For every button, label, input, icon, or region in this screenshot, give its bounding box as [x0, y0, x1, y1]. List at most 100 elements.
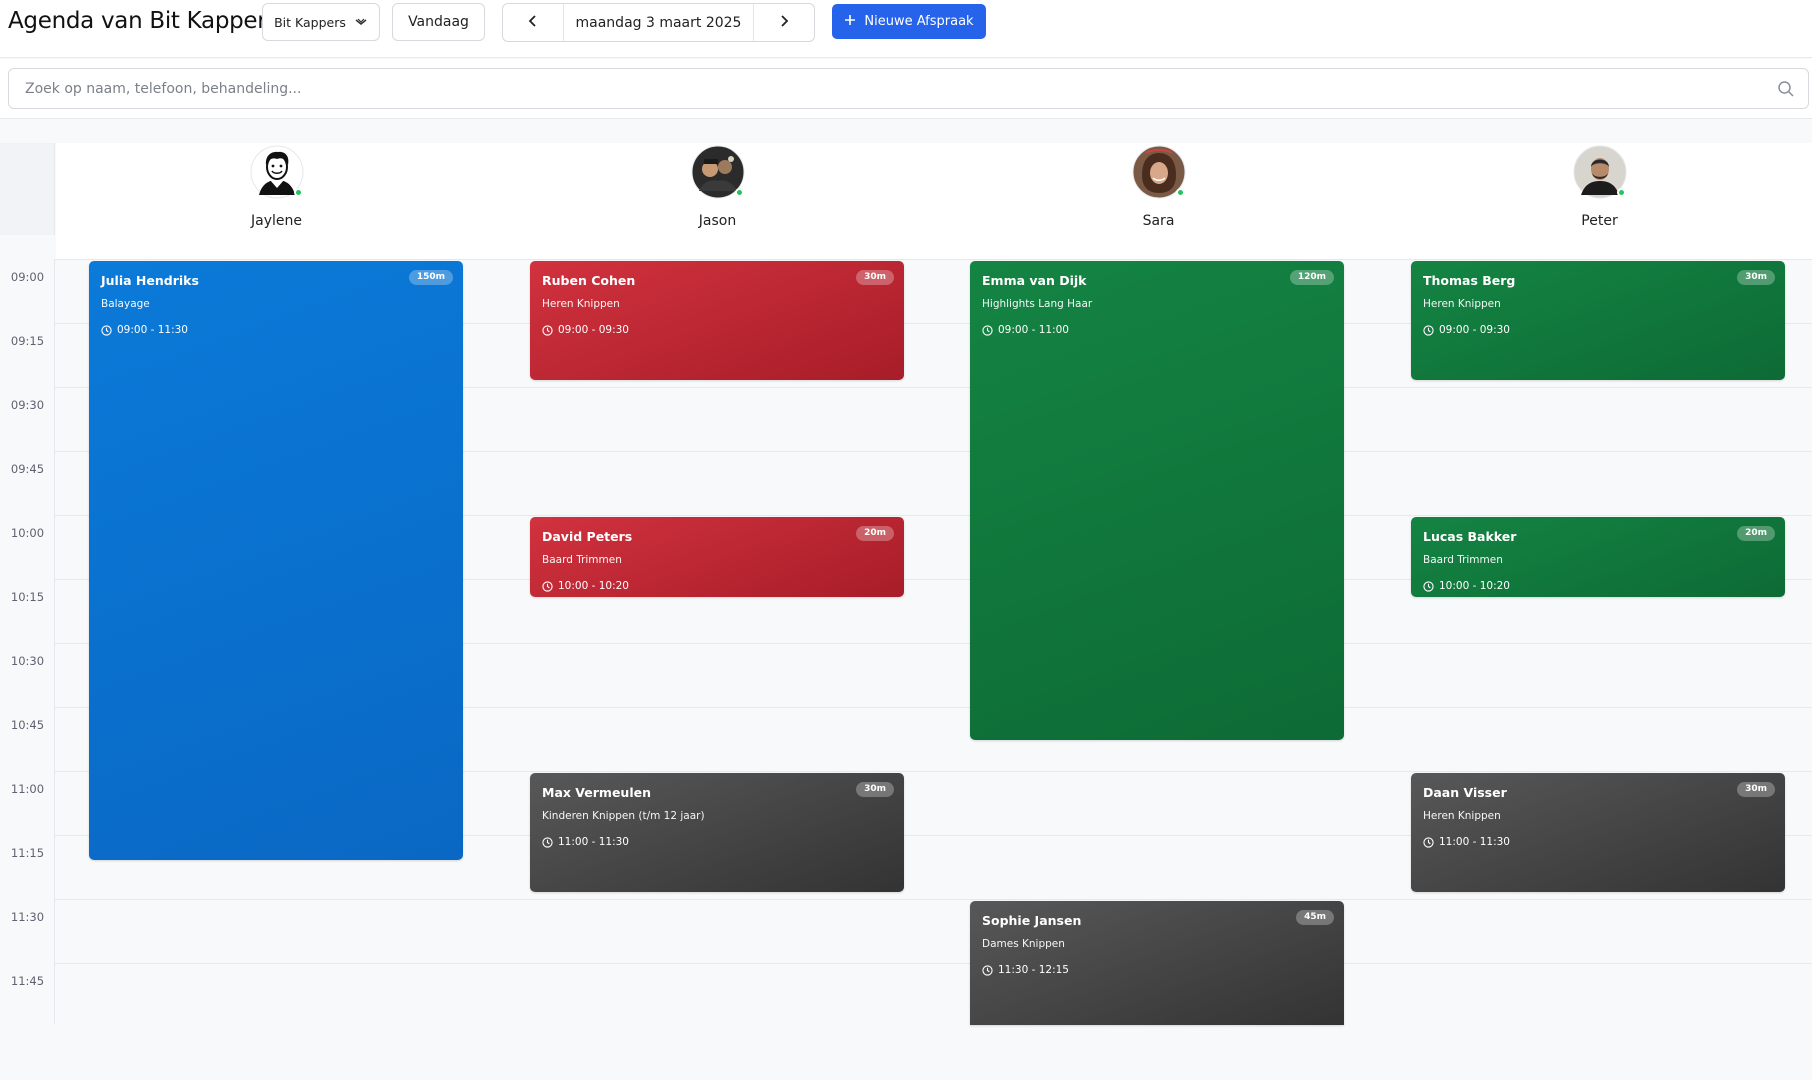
- chevron-down-icon: [354, 15, 368, 30]
- previous-day-button[interactable]: [503, 4, 564, 41]
- next-day-button[interactable]: [753, 4, 814, 41]
- appointment-card[interactable]: Lucas Bakker Baard Trimmen 10:00 - 10:20…: [1411, 517, 1785, 597]
- appointment-service: Heren Knippen: [542, 298, 620, 310]
- salon-select[interactable]: Bit Kappers: [262, 3, 380, 41]
- appointment-client: Ruben Cohen: [542, 273, 636, 288]
- search-input[interactable]: [9, 69, 1808, 108]
- appointment-client: Emma van Dijk: [982, 273, 1087, 288]
- appointment-service: Kinderen Knippen (t/m 12 jaar): [542, 810, 705, 822]
- clock-icon: [101, 324, 112, 336]
- today-button[interactable]: Vandaag: [392, 3, 485, 41]
- appointment-client: David Peters: [542, 529, 633, 544]
- duration-badge: 30m: [1737, 270, 1775, 285]
- staff-column-header[interactable]: Jaylene: [56, 143, 497, 259]
- appointment-service: Dames Knippen: [982, 938, 1065, 950]
- online-status-dot: [1617, 188, 1626, 197]
- clock-icon: [542, 836, 553, 848]
- time-column: 09:00 09:15 09:30 09:45 10:00 10:15 10:3…: [0, 259, 55, 1024]
- plus-icon: [844, 14, 856, 30]
- duration-badge: 120m: [1289, 270, 1334, 285]
- appointment-time-label: 09:00 - 09:30: [1439, 324, 1510, 336]
- clock-icon: [1423, 324, 1434, 336]
- appointment-service: Balayage: [101, 298, 150, 310]
- appointment-card[interactable]: Max Vermeulen Kinderen Knippen (t/m 12 j…: [530, 773, 904, 892]
- clock-icon: [982, 324, 993, 336]
- appointment-time-label: 10:00 - 10:20: [558, 580, 629, 592]
- appointment-time: 09:00 - 11:30: [101, 324, 188, 336]
- staff-name: Jaylene: [251, 213, 302, 229]
- appointment-card[interactable]: Sophie Jansen Dames Knippen 11:30 - 12:1…: [970, 901, 1344, 1025]
- staff-column-header[interactable]: Peter: [1379, 143, 1812, 259]
- online-status-dot: [294, 188, 303, 197]
- appointment-client: Daan Visser: [1423, 785, 1507, 800]
- time-slot-label: 11:45: [10, 974, 45, 988]
- online-status-dot: [1176, 188, 1185, 197]
- appointment-service: Highlights Lang Haar: [982, 298, 1093, 310]
- appointment-service: Baard Trimmen: [542, 554, 622, 566]
- appointment-time: 11:00 - 11:30: [542, 836, 629, 848]
- appointment-client: Sophie Jansen: [982, 913, 1082, 928]
- duration-badge: 45m: [1296, 910, 1334, 925]
- page-title: Agenda van Bit Kappers: [8, 8, 279, 34]
- staff-column-header[interactable]: Jason: [497, 143, 938, 259]
- schedule-grid: 09:00 09:15 09:30 09:45 10:00 10:15 10:3…: [0, 259, 1812, 1025]
- appointment-time-label: 11:00 - 11:30: [1439, 836, 1510, 848]
- appointment-time: 10:00 - 10:20: [542, 580, 629, 592]
- staff-header: Jaylene Jason Sara Peter: [0, 143, 1812, 259]
- staff-column-header[interactable]: Sara: [938, 143, 1379, 259]
- time-slot-label: 10:15: [10, 590, 45, 604]
- duration-badge: 30m: [856, 270, 894, 285]
- appointment-time: 11:30 - 12:15: [982, 964, 1069, 976]
- appointment-service: Heren Knippen: [1423, 298, 1501, 310]
- chevron-left-icon: [528, 13, 538, 32]
- appointment-card[interactable]: Thomas Berg Heren Knippen 09:00 - 09:30 …: [1411, 261, 1785, 380]
- search-icon[interactable]: [1777, 80, 1795, 102]
- clock-icon: [542, 580, 553, 592]
- clock-icon: [1423, 580, 1434, 592]
- time-slot-label: 09:30: [10, 398, 45, 412]
- appointment-card[interactable]: Ruben Cohen Heren Knippen 09:00 - 09:30 …: [530, 261, 904, 380]
- search-bar: [0, 59, 1812, 119]
- clock-icon: [542, 324, 553, 336]
- appointment-time-label: 09:00 - 11:30: [117, 324, 188, 336]
- clock-icon: [1423, 836, 1434, 848]
- appointment-time: 11:00 - 11:30: [1423, 836, 1510, 848]
- staff-name: Peter: [1581, 213, 1618, 229]
- avatar: [1132, 145, 1186, 199]
- time-slot-label: 09:15: [10, 334, 45, 348]
- appointment-client: Max Vermeulen: [542, 785, 651, 800]
- appointment-time: 09:00 - 09:30: [542, 324, 629, 336]
- appointment-card[interactable]: David Peters Baard Trimmen 10:00 - 10:20…: [530, 517, 904, 597]
- appointment-card[interactable]: Emma van Dijk Highlights Lang Haar 09:00…: [970, 261, 1344, 740]
- new-appointment-button[interactable]: Nieuwe Afspraak: [832, 4, 986, 39]
- staff-name: Sara: [1142, 213, 1175, 229]
- appointment-time-label: 11:30 - 12:15: [998, 964, 1069, 976]
- time-slot-label: 09:00: [10, 270, 45, 284]
- appointment-time: 09:00 - 09:30: [1423, 324, 1510, 336]
- appointment-time-label: 09:00 - 11:00: [998, 324, 1069, 336]
- time-slot-label: 11:15: [10, 846, 45, 860]
- appointment-card[interactable]: Julia Hendriks Balayage 09:00 - 11:30 15…: [89, 261, 463, 860]
- online-status-dot: [735, 188, 744, 197]
- appointment-client: Lucas Bakker: [1423, 529, 1517, 544]
- search-box: [8, 68, 1809, 109]
- staff-header-gutter: [0, 143, 55, 235]
- appointment-card[interactable]: Daan Visser Heren Knippen 11:00 - 11:30 …: [1411, 773, 1785, 892]
- time-slot-label: 11:00: [10, 782, 45, 796]
- time-slot-label: 09:45: [10, 462, 45, 476]
- appointment-time: 09:00 - 11:00: [982, 324, 1069, 336]
- chevron-right-icon: [779, 13, 789, 32]
- time-slot-label: 10:00: [10, 526, 45, 540]
- appointment-time-label: 11:00 - 11:30: [558, 836, 629, 848]
- top-bar: Agenda van Bit Kappers Bit Kappers Vanda…: [0, 0, 1812, 58]
- duration-badge: 30m: [1737, 782, 1775, 797]
- new-appointment-label: Nieuwe Afspraak: [864, 14, 974, 29]
- avatar: [691, 145, 745, 199]
- duration-badge: 20m: [856, 526, 894, 541]
- date-navigator: maandag 3 maart 2025: [502, 3, 815, 42]
- clock-icon: [982, 964, 993, 976]
- avatar: [1573, 145, 1627, 199]
- appointment-service: Baard Trimmen: [1423, 554, 1503, 566]
- salon-select-value: Bit Kappers: [274, 14, 346, 30]
- staff-name: Jason: [698, 213, 737, 229]
